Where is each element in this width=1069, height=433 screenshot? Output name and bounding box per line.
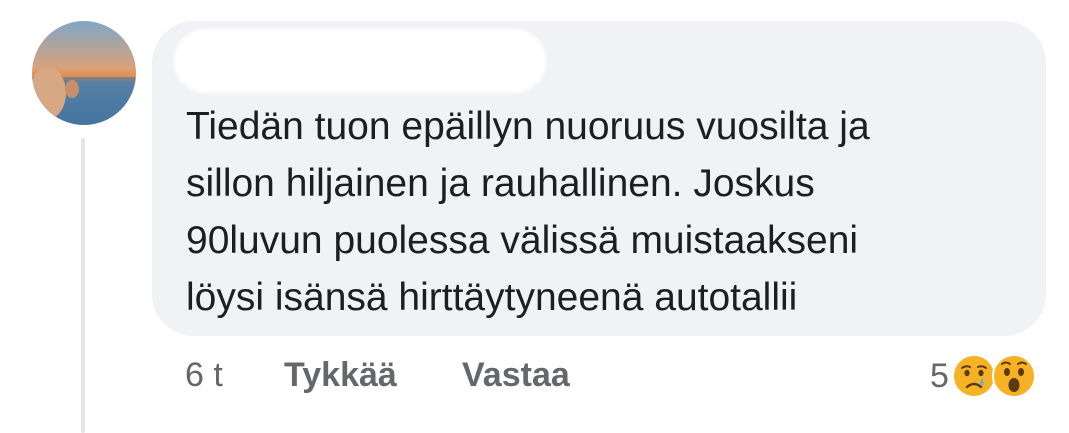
reaction-count: 5	[930, 356, 949, 395]
reply-button[interactable]: Vastaa	[462, 356, 570, 395]
avatar[interactable]	[32, 21, 136, 125]
redacted-author-name	[174, 29, 546, 93]
comment-line: 90luvun puolessa välissä muistaakseni	[186, 219, 859, 262]
comment-bubble: Tiedän tuon epäillyn nuoruus vuosilta ja…	[152, 21, 1046, 336]
comment-text: Tiedän tuon epäillyn nuoruus vuosilta ja…	[186, 98, 1026, 326]
comment-actions: 6 t Tykkää Vastaa	[0, 356, 1069, 406]
like-button[interactable]: Tykkää	[284, 356, 397, 395]
reactions-summary[interactable]: 5	[930, 352, 1037, 400]
comment-line: Tiedän tuon epäillyn nuoruus vuosilta ja	[186, 105, 870, 148]
comment-timestamp[interactable]: 6 t	[185, 356, 223, 395]
avatar-image	[32, 21, 136, 125]
comment-line: sillon hiljainen ja rauhallinen. Joskus	[186, 162, 815, 205]
comment-line: löysi isänsä hirttäytyneenä autotallii	[186, 276, 798, 319]
wow-face-icon	[991, 354, 1036, 398]
